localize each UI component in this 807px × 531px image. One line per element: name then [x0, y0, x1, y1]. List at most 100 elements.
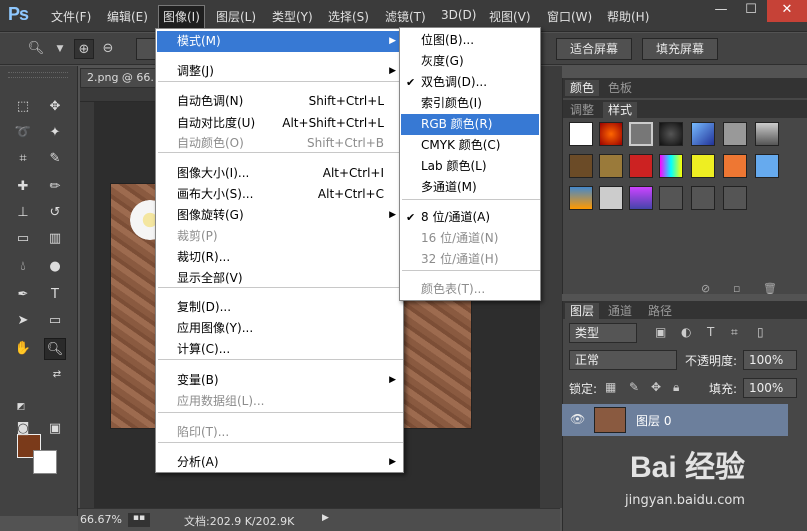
mode-menu-item[interactable]: 灰度(G) [401, 51, 539, 72]
filter-adjust-icon[interactable]: ◐ [681, 325, 691, 339]
close-button[interactable]: ✕ [767, 0, 807, 22]
crop-tool-icon[interactable]: ⌗ [12, 148, 34, 170]
tab-swatches[interactable]: 色板 [603, 80, 637, 96]
image-menu-item[interactable]: 模式(M) ▶ [157, 31, 402, 52]
resize-windows-checkbox[interactable] [136, 38, 156, 60]
style-swatch[interactable] [755, 154, 779, 178]
healing-brush-icon[interactable]: ✚ [12, 176, 34, 198]
tab-adjustments[interactable]: 调整 [565, 102, 599, 118]
filter-shape-icon[interactable]: ⌗ [731, 325, 738, 340]
style-swatch[interactable] [629, 154, 653, 178]
clear-style-icon[interactable]: ⊘ [701, 282, 710, 295]
opacity-input[interactable]: 100% [743, 350, 797, 370]
filter-image-icon[interactable]: ▣ [655, 325, 666, 339]
menu-window[interactable]: 窗口(W) [547, 8, 592, 25]
style-swatch[interactable] [599, 122, 623, 146]
menu-select[interactable]: 选择(S) [328, 8, 369, 25]
swap-colors-icon[interactable]: ⇄ [46, 364, 68, 386]
gradient-tool-icon[interactable]: ▥ [44, 228, 66, 250]
image-menu-item[interactable]: 调整(J) ▶ [157, 61, 402, 82]
menu-file[interactable]: 文件(F) [51, 8, 91, 25]
tools-grip[interactable] [8, 72, 68, 78]
dodge-tool-icon[interactable]: ● [44, 256, 66, 278]
menu-image[interactable]: 图像(I) [158, 5, 205, 29]
layer-filter-select[interactable]: 类型 [569, 323, 637, 343]
mode-menu-item[interactable]: 索引颜色(I) [401, 93, 539, 114]
image-menu-item[interactable]: 显示全部(V) [157, 268, 402, 289]
mode-menu-item[interactable]: 多通道(M) [401, 177, 539, 198]
menu-3d[interactable]: 3D(D) [441, 8, 476, 22]
hand-tool-icon[interactable]: ✋ [12, 338, 34, 360]
style-none[interactable] [569, 122, 593, 146]
fill-input[interactable]: 100% [743, 378, 797, 398]
mode-menu-item[interactable]: 位图(B)... [401, 30, 539, 51]
style-swatch[interactable] [629, 122, 653, 146]
filter-smart-icon[interactable]: ▯ [757, 325, 764, 339]
style-swatch[interactable] [659, 154, 683, 178]
background-color-swatch[interactable] [33, 450, 57, 474]
image-menu-item[interactable]: 自动对比度(U) Alt+Shift+Ctrl+L [157, 113, 402, 134]
tab-paths[interactable]: 路径 [643, 303, 677, 319]
zoom-level[interactable]: 66.67% [80, 513, 122, 526]
screen-mode-icon[interactable]: ▣ [44, 418, 66, 440]
image-menu-item[interactable]: 复制(D)... [157, 297, 402, 318]
quick-mask-icon[interactable]: ◙ [12, 418, 34, 440]
tool-preset-dropdown-icon[interactable]: ▼ [50, 39, 70, 59]
style-swatch[interactable] [599, 154, 623, 178]
image-menu-item[interactable]: 自动色调(N) Shift+Ctrl+L [157, 91, 402, 112]
tab-styles[interactable]: 样式 [603, 102, 638, 118]
mode-menu-item[interactable]: ✔ 8 位/通道(A) [401, 207, 539, 228]
image-menu-item[interactable]: 图像旋转(G) ▶ [157, 205, 402, 226]
minimize-button[interactable]: — [706, 0, 736, 22]
path-select-icon[interactable]: ➤ [12, 310, 34, 332]
menu-view[interactable]: 视图(V) [489, 8, 531, 25]
style-swatch[interactable] [691, 186, 715, 210]
style-swatch[interactable] [723, 122, 747, 146]
type-tool-icon[interactable]: T [44, 284, 66, 306]
style-swatch[interactable] [723, 186, 747, 210]
style-swatch[interactable] [691, 122, 715, 146]
eraser-icon[interactable]: ▭ [12, 228, 34, 250]
default-colors-icon[interactable]: ◩ [10, 396, 32, 418]
mode-menu-item[interactable]: CMYK 颜色(C) [401, 135, 539, 156]
image-menu-item[interactable]: 变量(B) ▶ [157, 370, 402, 391]
status-arrow-icon[interactable]: ▶ [322, 513, 329, 523]
magic-wand-icon[interactable]: ✦ [44, 122, 66, 144]
image-menu-item[interactable]: 分析(A) ▶ [157, 452, 402, 473]
image-menu-item[interactable]: 图像大小(I)... Alt+Ctrl+I [157, 163, 402, 184]
zoom-tool-icon[interactable]: 🔍︎ [26, 39, 46, 59]
tab-color[interactable]: 颜色 [565, 80, 600, 96]
style-swatch[interactable] [569, 154, 593, 178]
pen-tool-icon[interactable]: ✒ [12, 284, 34, 306]
history-brush-icon[interactable]: ↺ [44, 202, 66, 224]
mode-menu-item[interactable]: Lab 颜色(L) [401, 156, 539, 177]
fill-screen-button[interactable]: 填充屏幕 [642, 38, 718, 60]
style-swatch[interactable] [569, 186, 593, 210]
mode-menu-item[interactable]: ✔ 双色调(D)... [401, 72, 539, 93]
style-swatch[interactable] [659, 122, 683, 146]
image-menu-item[interactable]: 应用图像(Y)... [157, 318, 402, 339]
tab-channels[interactable]: 通道 [603, 303, 637, 319]
tab-layers[interactable]: 图层 [565, 303, 600, 319]
zoom-out-icon[interactable]: ⊖ [98, 39, 118, 59]
filter-type-icon[interactable]: T [707, 325, 714, 339]
style-swatch[interactable] [599, 186, 623, 210]
menu-edit[interactable]: 编辑(E) [107, 8, 148, 25]
eyedropper-icon[interactable]: ✎ [44, 148, 66, 170]
new-style-icon[interactable]: ▫ [733, 282, 740, 295]
style-swatch[interactable] [659, 186, 683, 210]
menu-layer[interactable]: 图层(L) [216, 8, 256, 25]
layer-name[interactable]: 图层 0 [636, 412, 671, 429]
blend-mode-select[interactable]: 正常 [569, 350, 677, 370]
lasso-tool-icon[interactable]: ➰ [12, 122, 34, 144]
blur-tool-icon[interactable]: 💧︎ [12, 256, 34, 278]
layer-row[interactable]: 👁︎ 图层 0 [562, 404, 788, 436]
image-menu-item[interactable]: 画布大小(S)... Alt+Ctrl+C [157, 184, 402, 205]
delete-style-icon[interactable]: 🗑︎ [763, 282, 777, 295]
menu-filter[interactable]: 滤镜(T) [385, 8, 426, 25]
document-tab[interactable]: 2.png @ 66. [80, 68, 160, 88]
menu-help[interactable]: 帮助(H) [607, 8, 649, 25]
zoom-tool-icon-selected[interactable]: 🔍︎ [44, 338, 66, 360]
mode-menu-item[interactable]: RGB 颜色(R) [401, 114, 539, 135]
menu-type[interactable]: 类型(Y) [272, 8, 313, 25]
